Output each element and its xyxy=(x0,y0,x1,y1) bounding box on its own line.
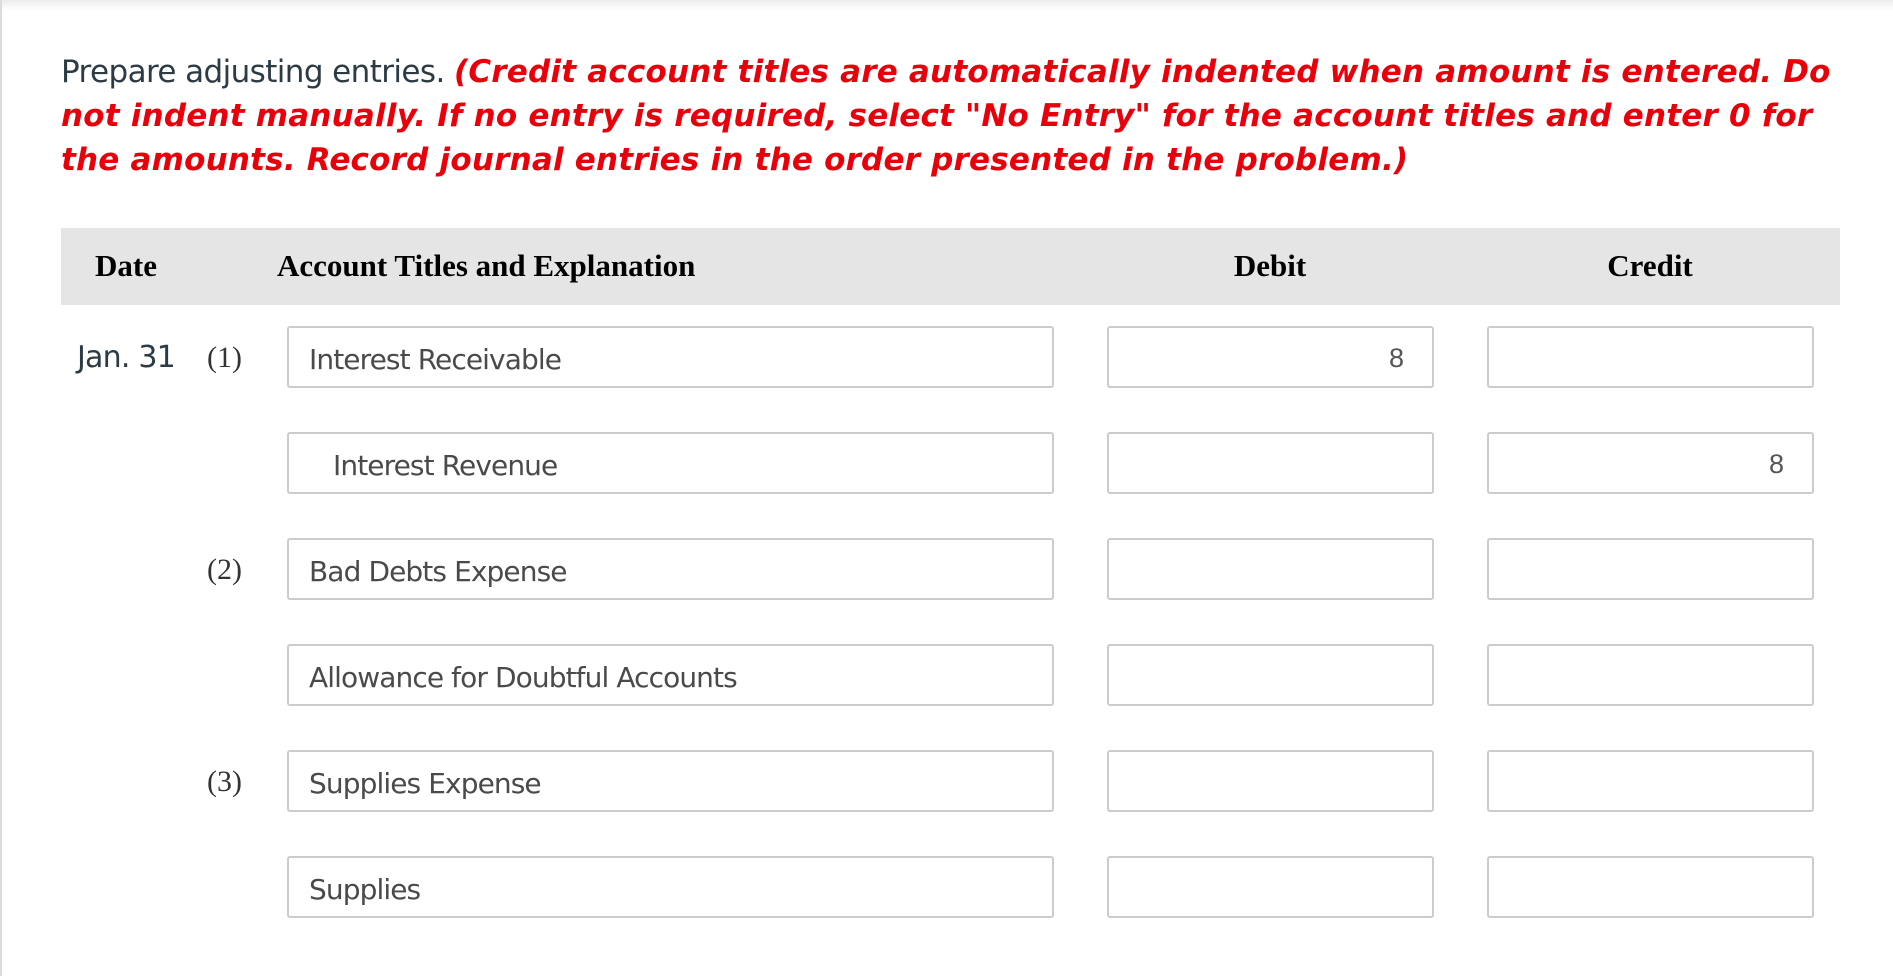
journal-row: Jan. 31 (1) Interest Receivable 8 xyxy=(0,326,1893,390)
debit-field[interactable] xyxy=(1107,432,1434,494)
account-title-field[interactable]: Supplies Expense xyxy=(287,750,1054,812)
journal-row: Interest Revenue 8 xyxy=(0,432,1893,496)
instructions-lead: Prepare adjusting entries. xyxy=(61,54,445,90)
journal-table-header: Date Account Titles and Explanation Debi… xyxy=(61,228,1840,305)
account-title-value: Bad Debts Expense xyxy=(309,555,567,588)
credit-field[interactable] xyxy=(1487,856,1814,918)
entry-number: (2) xyxy=(207,553,242,586)
account-title-field[interactable]: Supplies xyxy=(287,856,1054,918)
credit-field[interactable] xyxy=(1487,750,1814,812)
header-account-titles: Account Titles and Explanation xyxy=(277,248,696,283)
account-title-field[interactable]: Interest Revenue xyxy=(287,432,1054,494)
entry-number: (3) xyxy=(207,765,242,798)
account-title-value: Interest Revenue xyxy=(333,449,558,482)
credit-field[interactable] xyxy=(1487,326,1814,388)
top-shadow xyxy=(0,0,1893,10)
credit-field[interactable] xyxy=(1487,644,1814,706)
credit-value: 8 xyxy=(1768,449,1784,479)
journal-row: (3) Supplies Expense xyxy=(0,750,1893,814)
credit-field[interactable]: 8 xyxy=(1487,432,1814,494)
debit-field[interactable] xyxy=(1107,750,1434,812)
credit-field[interactable] xyxy=(1487,538,1814,600)
account-title-field[interactable]: Interest Receivable xyxy=(287,326,1054,388)
journal-row: Supplies xyxy=(0,856,1893,920)
account-title-value: Interest Receivable xyxy=(309,343,562,376)
header-debit: Debit xyxy=(1233,248,1307,283)
debit-field[interactable]: 8 xyxy=(1107,326,1434,388)
journal-row: Allowance for Doubtful Accounts xyxy=(0,644,1893,708)
account-title-value: Supplies Expense xyxy=(309,767,542,800)
instructions: Prepare adjusting entries. (Credit accou… xyxy=(61,50,1851,182)
entry-date: Jan. 31 xyxy=(77,340,176,375)
account-title-field[interactable]: Bad Debts Expense xyxy=(287,538,1054,600)
entry-number: (1) xyxy=(207,341,242,374)
account-title-field[interactable]: Allowance for Doubtful Accounts xyxy=(287,644,1054,706)
debit-field[interactable] xyxy=(1107,644,1434,706)
debit-value: 8 xyxy=(1388,343,1404,373)
account-title-value: Allowance for Doubtful Accounts xyxy=(309,661,738,694)
header-credit: Credit xyxy=(1607,248,1693,283)
account-title-value: Supplies xyxy=(309,873,421,906)
journal-row: (2) Bad Debts Expense xyxy=(0,538,1893,602)
header-date: Date xyxy=(95,248,157,283)
debit-field[interactable] xyxy=(1107,856,1434,918)
debit-field[interactable] xyxy=(1107,538,1434,600)
